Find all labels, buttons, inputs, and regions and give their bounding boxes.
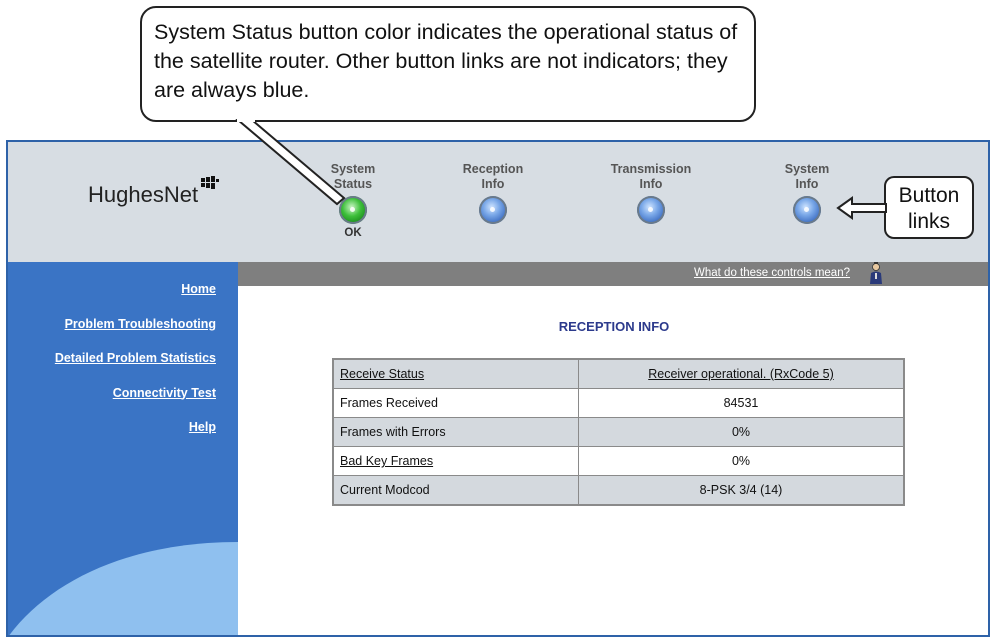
- sidebar-link-detailed-problem-statistics[interactable]: Detailed Problem Statistics: [55, 351, 216, 365]
- table-row: Current Modcod 8-PSK 3/4 (14): [332, 475, 905, 506]
- annotation-line2: links: [907, 210, 950, 233]
- sidebar-nav: Home Problem Troubleshooting Detailed Pr…: [55, 282, 216, 455]
- person-icon[interactable]: [867, 262, 885, 291]
- button-links-annotation: Button links: [884, 176, 974, 239]
- row-label-link[interactable]: Receive Status: [332, 358, 579, 389]
- table-row: Bad Key Frames 0%: [332, 446, 905, 476]
- annotation-line1: Button: [898, 184, 960, 207]
- nav-label: System Status: [330, 162, 376, 191]
- nav-label: Reception Info: [462, 162, 524, 191]
- sidebar-link-connectivity-test[interactable]: Connectivity Test: [55, 386, 216, 400]
- status-text: OK: [344, 227, 362, 239]
- app-frame: HughesNet System Status OK Reception Inf…: [6, 140, 990, 637]
- logo-text: HughesNet: [88, 182, 199, 207]
- nav-system-status-button[interactable]: System Status OK: [298, 162, 408, 239]
- row-label: Current Modcod: [332, 475, 579, 506]
- controls-bar: What do these controls mean?: [238, 262, 988, 286]
- nav-reception-info-button[interactable]: Reception Info: [438, 162, 548, 224]
- row-label: Frames Received: [332, 388, 579, 418]
- status-orb-icon[interactable]: [339, 196, 367, 224]
- row-value: 0%: [578, 417, 905, 447]
- callout-box: System Status button color indicates the…: [140, 6, 756, 122]
- table-row: Frames with Errors 0%: [332, 417, 905, 447]
- system-info-orb-icon[interactable]: [793, 196, 821, 224]
- row-value-link[interactable]: Receiver operational. (RxCode 5): [578, 358, 905, 389]
- hughesnet-logo[interactable]: HughesNet: [88, 176, 220, 208]
- row-value: 8-PSK 3/4 (14): [578, 475, 905, 506]
- callout-text: System Status button color indicates the…: [154, 20, 738, 102]
- nav-system-info-button[interactable]: System Info: [752, 162, 862, 224]
- row-label-link[interactable]: Bad Key Frames: [332, 446, 579, 476]
- reception-info-table: Receive Status Receiver operational. (Rx…: [332, 358, 905, 506]
- table-row: Receive Status Receiver operational. (Rx…: [332, 358, 905, 389]
- row-label: Frames with Errors: [332, 417, 579, 447]
- row-value: 0%: [578, 446, 905, 476]
- reception-orb-icon[interactable]: [479, 196, 507, 224]
- row-value: 84531: [578, 388, 905, 418]
- page-title: RECEPTION INFO: [558, 319, 670, 334]
- nav-transmission-info-button[interactable]: Transmission Info: [596, 162, 706, 224]
- sidebar-link-problem-troubleshooting[interactable]: Problem Troubleshooting: [55, 317, 216, 331]
- nav-label: Transmission Info: [610, 162, 692, 191]
- nav-label: System Info: [784, 162, 830, 191]
- sidebar-link-home[interactable]: Home: [55, 282, 216, 296]
- table-row: Frames Received 84531: [332, 388, 905, 418]
- controls-help-link[interactable]: What do these controls mean?: [694, 267, 850, 279]
- transmission-orb-icon[interactable]: [637, 196, 665, 224]
- hughesnet-logo-mark-icon: [200, 172, 220, 198]
- sidebar-link-help[interactable]: Help: [55, 420, 216, 434]
